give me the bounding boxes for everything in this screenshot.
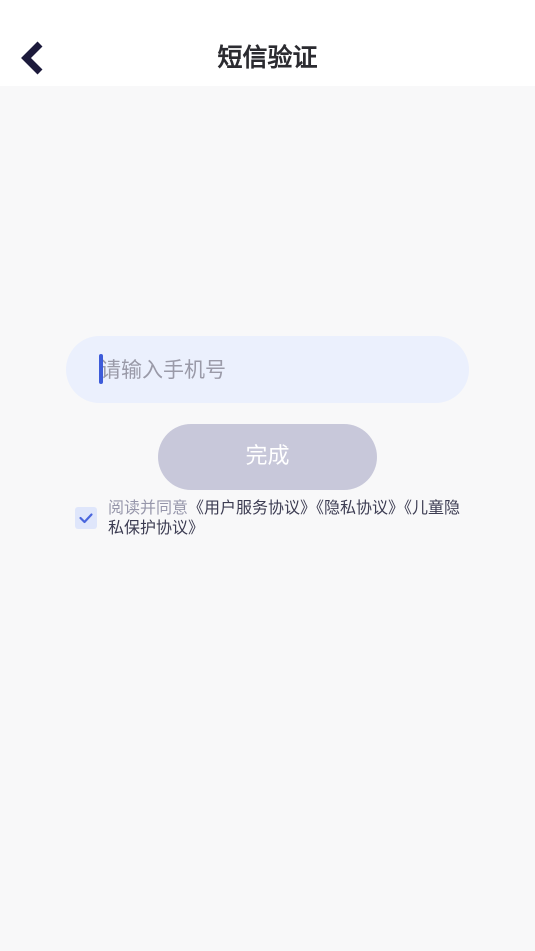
- page-title: 短信验证: [217, 43, 318, 72]
- privacy-agreement-link[interactable]: 《隐私协议》: [316, 498, 404, 517]
- top-bar: 短信验证: [0, 0, 535, 86]
- text-cursor: [99, 354, 103, 384]
- agreement-checkbox[interactable]: [75, 507, 97, 529]
- agreement-prefix: 阅读并同意: [108, 498, 189, 517]
- checkmark-icon: [79, 513, 93, 524]
- user-service-agreement-link[interactable]: 《用户服务协议》: [188, 498, 316, 517]
- phone-input[interactable]: [100, 348, 440, 392]
- agreement-text: 阅读并同意《用户服务协议》《隐私协议》《儿童隐私保护协议》: [108, 498, 468, 538]
- complete-button[interactable]: 完成: [158, 424, 377, 490]
